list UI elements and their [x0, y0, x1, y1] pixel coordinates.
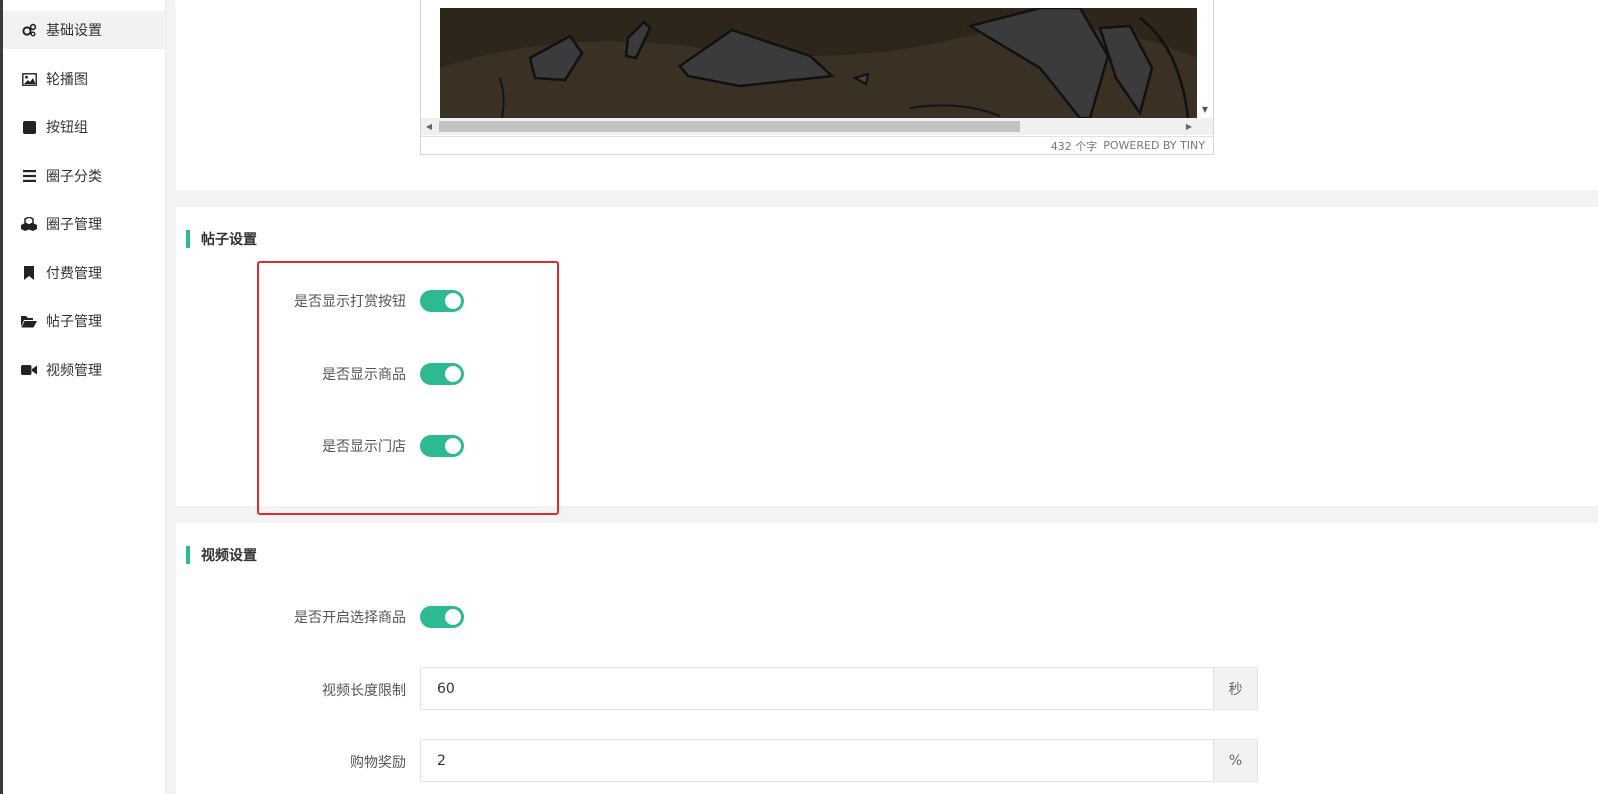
sidebar-item-label: 按钮组 [46, 120, 88, 136]
show-goods-label: 是否显示商品 [322, 367, 406, 383]
scrollbar-thumb[interactable] [439, 121, 1020, 132]
show-reward-button-switch[interactable] [420, 290, 464, 312]
sidebar-item-label: 帖子管理 [46, 314, 102, 330]
scroll-left-arrow-icon[interactable]: ◀ [421, 118, 437, 135]
enable-select-goods-label: 是否开启选择商品 [294, 610, 406, 626]
sidebar-item-button-group[interactable]: 按钮组 [3, 108, 165, 146]
scroll-right-arrow-icon[interactable]: ▶ [1181, 118, 1197, 135]
video-length-input-group: 秒 [420, 667, 1258, 710]
scroll-down-arrow-icon[interactable]: ▼ [1198, 102, 1212, 116]
sidebar-item-label: 付费管理 [46, 266, 102, 282]
sidebar: 基础设置 轮播图 按钮组 圈子分类 圈子管理 付费管理 帖子管理 视频管理 [3, 0, 166, 794]
horizontal-scrollbar[interactable]: ◀ ▶ [421, 118, 1213, 135]
sidebar-item-paid-management[interactable]: 付费管理 [3, 254, 165, 292]
sidebar-item-circle-management[interactable]: 圈子管理 [3, 205, 165, 243]
editor-statusbar: 432 个字 POWERED BY TINY [421, 136, 1213, 154]
sidebar-item-video-management[interactable]: 视频管理 [3, 351, 165, 389]
sidebar-item-carousel[interactable]: 轮播图 [3, 60, 165, 98]
post-settings-title: 帖子设置 [186, 230, 257, 248]
sidebar-item-label: 轮播图 [46, 72, 88, 88]
bookmark-icon [21, 265, 37, 281]
rich-text-editor[interactable]: ▼ ◀ ▶ 432 个字 POWERED BY TINY [420, 0, 1214, 155]
percent-unit-addon: % [1214, 739, 1258, 782]
shopping-reward-label: 购物奖励 [350, 755, 406, 771]
show-store-switch[interactable] [420, 435, 464, 457]
sidebar-item-label: 圈子管理 [46, 217, 102, 233]
square-icon [21, 119, 37, 135]
folder-open-icon [21, 313, 37, 329]
word-count: 432 个字 [1050, 139, 1098, 153]
post-settings-panel: 帖子设置 是否显示打赏按钮 是否显示商品 是否显示门店 [176, 207, 1598, 506]
sidebar-item-label: 基础设置 [46, 23, 102, 39]
switch-knob [445, 366, 461, 382]
sidebar-item-circle-category[interactable]: 圈子分类 [3, 157, 165, 195]
gears-icon [21, 22, 37, 38]
sidebar-item-basic-settings[interactable]: 基础设置 [3, 11, 165, 49]
video-length-input[interactable] [420, 667, 1214, 710]
sidebar-item-label: 视频管理 [46, 363, 102, 379]
shopping-reward-input-group: % [420, 739, 1258, 782]
section-title-text: 视频设置 [201, 548, 257, 564]
video-settings-title: 视频设置 [186, 546, 257, 564]
sidebar-item-post-management[interactable]: 帖子管理 [3, 302, 165, 340]
shopping-reward-input[interactable] [420, 739, 1214, 782]
image-icon [21, 71, 37, 87]
powered-by-link[interactable]: POWERED BY TINY [1103, 139, 1205, 152]
section-accent-bar [186, 546, 190, 564]
video-length-limit-label: 视频长度限制 [322, 683, 406, 699]
list-icon [21, 168, 37, 184]
section-title-text: 帖子设置 [201, 232, 257, 248]
switch-knob [445, 293, 461, 309]
show-goods-switch[interactable] [420, 363, 464, 385]
switch-knob [445, 609, 461, 625]
section-accent-bar [186, 230, 190, 248]
show-reward-button-label: 是否显示打赏按钮 [294, 294, 406, 310]
switch-knob [445, 438, 461, 454]
video-camera-icon [21, 362, 37, 378]
enable-select-goods-switch[interactable] [420, 606, 464, 628]
cubes-icon [21, 216, 37, 232]
seconds-unit-addon: 秒 [1214, 667, 1258, 710]
show-store-label: 是否显示门店 [322, 439, 406, 455]
sidebar-item-label: 圈子分类 [46, 169, 102, 185]
editor-content-image [440, 8, 1197, 118]
